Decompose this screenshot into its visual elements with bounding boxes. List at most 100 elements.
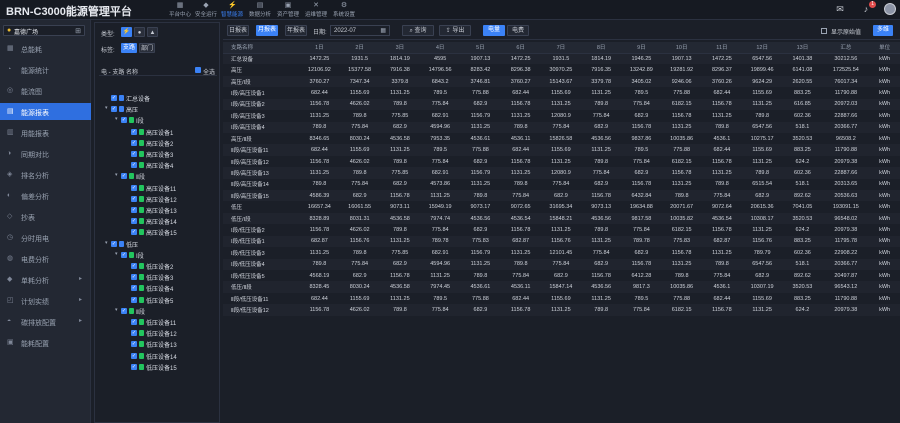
site-select[interactable]: ● 嘉德广场 ⊞	[3, 25, 85, 36]
tree-node[interactable]: ✓ 低压设备3	[125, 272, 225, 282]
tree-node[interactable]: ✓ 高压设备3	[125, 149, 225, 159]
type-gas-button[interactable]: ▲	[147, 27, 158, 37]
expand-toggle-icon[interactable]: ▾	[115, 307, 118, 313]
sidebar-item-rank[interactable]: ◈ 排名分析	[0, 166, 91, 183]
tree-node[interactable]: ✓ 高压设备1	[125, 127, 225, 137]
sidebar-item-carbon[interactable]: ◓ 碳排放配置 ▸	[0, 313, 91, 330]
column-header[interactable]: 5日	[460, 42, 501, 54]
tree-checkbox[interactable]: ✓	[131, 151, 137, 157]
sidebar-item-fee[interactable]: ◍ 电费分析	[0, 250, 91, 267]
tree-checkbox[interactable]: ✓	[131, 352, 137, 359]
tab-month-report[interactable]: 月报表	[256, 25, 278, 36]
sidebar-item-stats[interactable]: ◔ 能源统计	[0, 61, 91, 78]
type-water-button[interactable]: ●	[134, 27, 145, 37]
tree-checkbox[interactable]: ✓	[121, 117, 127, 124]
column-header[interactable]: 2日	[339, 42, 380, 54]
sidebar-item-total[interactable]: ▦ 总能耗	[0, 40, 91, 57]
dim-dept-button[interactable]: 部门	[139, 43, 155, 53]
column-header[interactable]: 13日	[782, 42, 823, 54]
tree-checkbox[interactable]: ✓	[131, 195, 137, 202]
column-header[interactable]: 支路名称	[223, 42, 300, 54]
select-all-checkbox[interactable]	[195, 67, 201, 73]
expand-toggle-icon[interactable]: ▾	[115, 116, 118, 122]
multi-dim-button[interactable]: 多维	[873, 25, 893, 36]
tree-checkbox[interactable]: ✓	[121, 307, 127, 314]
sidebar-item-compare[interactable]: ◑ 同期对比	[0, 145, 91, 162]
query-button[interactable]: ⌕ 查询	[402, 25, 434, 36]
dim-branch-button[interactable]: 支路	[121, 43, 137, 53]
tree-checkbox[interactable]: ✓	[131, 128, 137, 135]
tree-node[interactable]: ✓ 汇总设备	[105, 93, 205, 103]
show-raw-checkbox[interactable]	[821, 28, 827, 34]
column-header[interactable]: 7日	[540, 42, 582, 54]
expand-toggle-icon[interactable]: ▾	[115, 172, 118, 178]
type-electric-button[interactable]: ⚡	[121, 27, 132, 37]
tree-checkbox[interactable]: ✓	[131, 207, 137, 213]
tree-checkbox[interactable]: ✓	[111, 95, 117, 101]
tree-node[interactable]: ✓ 高压设备2	[125, 138, 225, 148]
column-header[interactable]: 3日	[379, 42, 421, 54]
tree-checkbox[interactable]: ✓	[131, 139, 137, 146]
tree-checkbox[interactable]: ✓	[131, 330, 137, 337]
tree-node[interactable]: ▾ ✓ Ⅰ段	[115, 250, 215, 260]
topnav-item[interactable]: ⚙ 系统设置	[326, 1, 362, 19]
column-header[interactable]: 单位	[869, 42, 900, 54]
column-header[interactable]: 1日	[299, 42, 340, 54]
tree-node[interactable]: ✓ 低压设备5	[125, 295, 225, 305]
tree-node[interactable]: ▾ ✓ Ⅱ段	[115, 306, 215, 316]
column-header[interactable]: 10日	[661, 42, 702, 54]
tree-node[interactable]: ▾ ✓ Ⅰ段	[115, 115, 215, 125]
tree-node[interactable]: ✓ 高压设备12	[125, 194, 225, 204]
tree-checkbox[interactable]: ✓	[131, 162, 137, 169]
tree-checkbox[interactable]: ✓	[111, 240, 117, 247]
tree-node[interactable]: ✓ 低压设备12	[125, 328, 225, 338]
tab-energy[interactable]: 电量	[483, 25, 505, 36]
column-header[interactable]: 9日	[621, 42, 662, 54]
column-header[interactable]: 12日	[742, 42, 783, 54]
date-input[interactable]: 2022-07 ▦	[330, 25, 390, 36]
sidebar-item-plan[interactable]: ◰ 计划实绩 ▸	[0, 292, 91, 309]
tree-checkbox[interactable]: ✓	[131, 296, 137, 303]
tree-checkbox[interactable]: ✓	[131, 285, 137, 292]
tree-checkbox[interactable]: ✓	[131, 341, 137, 348]
tree-checkbox[interactable]: ✓	[131, 229, 137, 236]
tree-node[interactable]: ✓ 低压设备11	[125, 317, 225, 327]
tree-node[interactable]: ✓ 低压设备2	[125, 261, 225, 271]
tree-checkbox[interactable]: ✓	[131, 363, 137, 370]
sidebar-item-deviation[interactable]: ◐ 偏差分析	[0, 187, 91, 204]
tree-checkbox[interactable]: ✓	[131, 218, 137, 225]
tree-node[interactable]: ▾ ✓ 低压	[105, 239, 205, 249]
sidebar-item-usage[interactable]: ▥ 用能报表	[0, 124, 91, 141]
sidebar-item-report[interactable]: ▤ 能源报表	[0, 103, 91, 120]
tree-node[interactable]: ▾ ✓ Ⅱ段	[115, 171, 215, 181]
tree-checkbox[interactable]: ✓	[121, 251, 127, 258]
tree-node[interactable]: ▾ ✓ 高压	[105, 104, 205, 114]
sidebar-item-flow[interactable]: ◎ 能流图	[0, 82, 91, 99]
mail-icon[interactable]: ✉	[834, 3, 846, 15]
expand-toggle-icon[interactable]: ▾	[105, 240, 108, 246]
column-header[interactable]: 8日	[581, 42, 622, 54]
sidebar-item-config[interactable]: ▣ 能耗配置	[0, 334, 91, 351]
tab-fee[interactable]: 电费	[507, 25, 529, 36]
tree-node[interactable]: ✓ 高压设备14	[125, 216, 225, 226]
tree-checkbox[interactable]: ✓	[121, 173, 127, 180]
tree-checkbox[interactable]: ✓	[131, 263, 137, 269]
tree-checkbox[interactable]: ✓	[131, 184, 137, 191]
sidebar-item-clock[interactable]: ◷ 分时用电	[0, 229, 91, 246]
tree-node[interactable]: ✓ 低压设备4	[125, 283, 225, 293]
tree-node[interactable]: ✓ 低压设备14	[125, 351, 225, 361]
expand-toggle-icon[interactable]: ▾	[115, 251, 118, 257]
tree-checkbox[interactable]: ✓	[131, 319, 137, 325]
column-header[interactable]: 4日	[420, 42, 461, 54]
tree-node[interactable]: ✓ 高压设备15	[125, 227, 225, 237]
column-header[interactable]: 11日	[701, 42, 743, 54]
sidebar-item-unit[interactable]: ◆ 单耗分析 ▸	[0, 271, 91, 288]
expand-toggle-icon[interactable]: ▾	[105, 105, 108, 111]
tab-day-report[interactable]: 日报表	[227, 25, 249, 36]
tree-node[interactable]: ✓ 高压设备11	[125, 183, 225, 193]
tree-checkbox[interactable]: ✓	[131, 274, 137, 281]
export-button[interactable]: ⇪ 导出	[439, 25, 471, 36]
tree-node[interactable]: ✓ 低压设备15	[125, 362, 225, 372]
tree-node[interactable]: ✓ 低压设备13	[125, 339, 225, 349]
column-header[interactable]: 6日	[500, 42, 541, 54]
